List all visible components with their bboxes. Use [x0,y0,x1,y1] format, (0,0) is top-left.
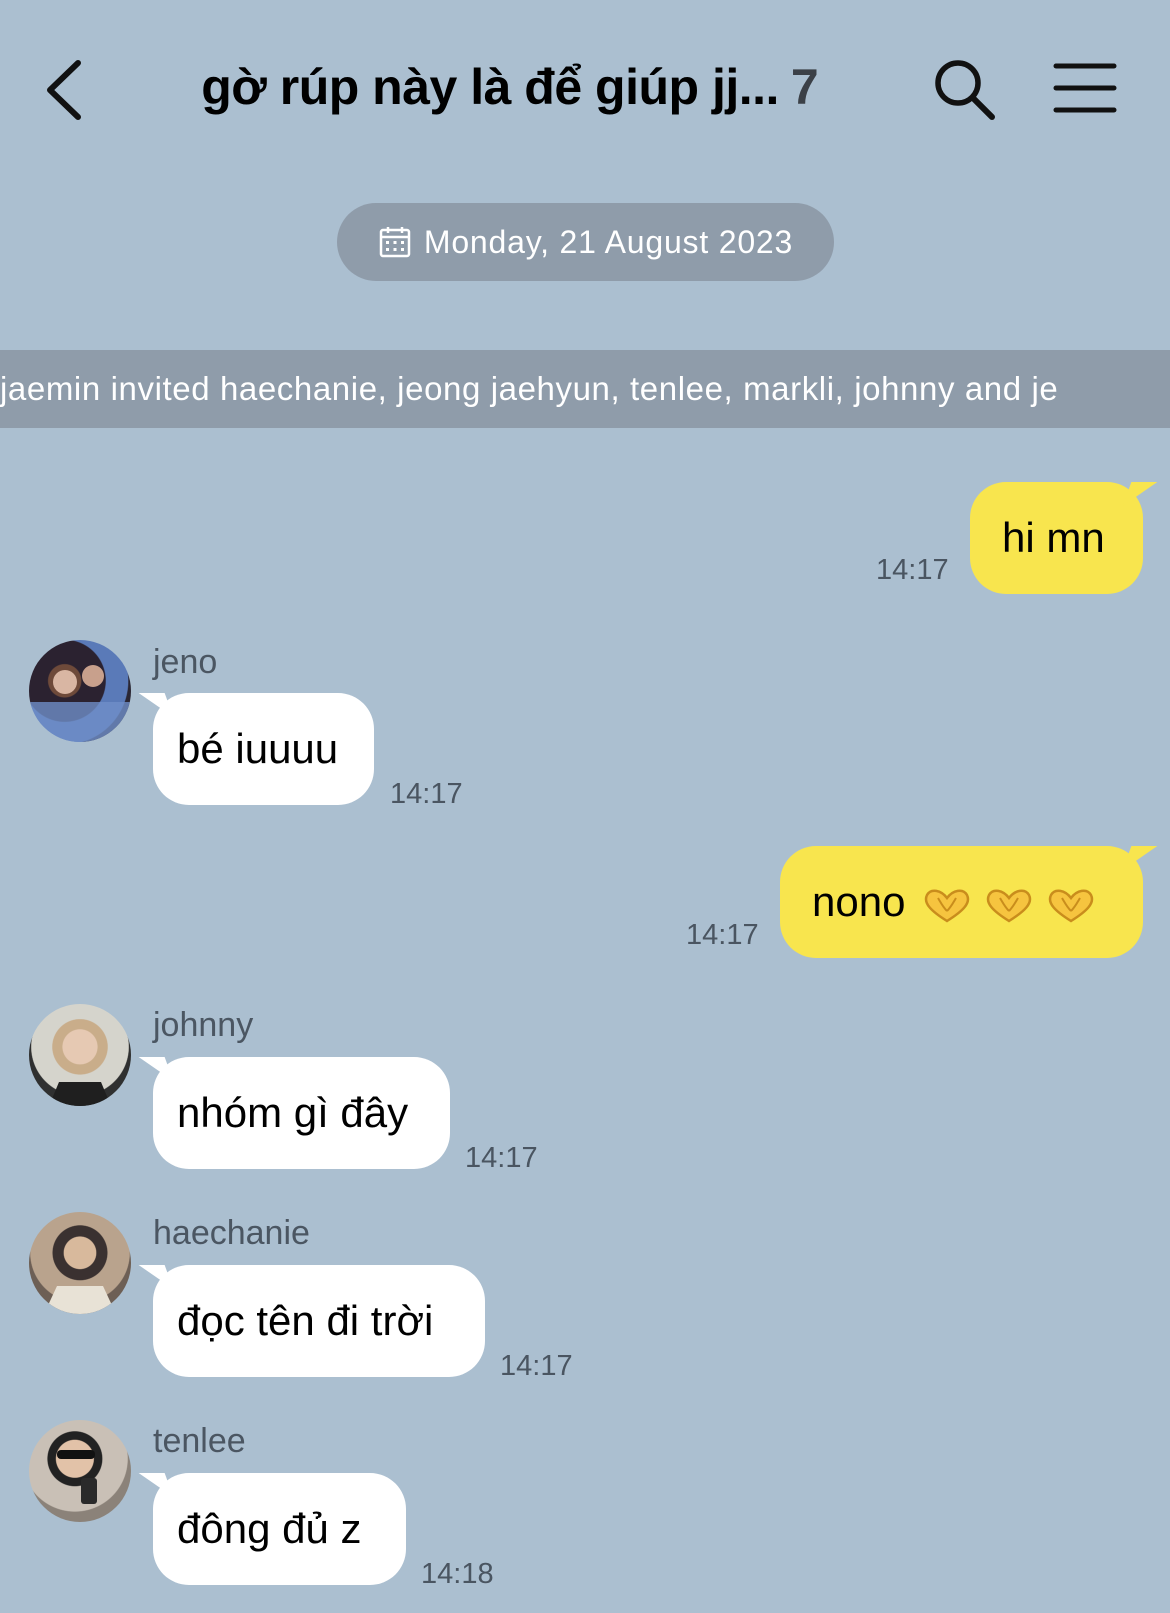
message-time: 14:17 [465,1142,538,1174]
profile-photo-icon [44,1286,116,1314]
message-text: hi mn [1002,514,1105,561]
chevron-left-icon [47,60,81,120]
message-time: 14:17 [500,1350,573,1382]
calendar-icon [379,227,411,258]
message-time: 14:17 [686,919,759,951]
chat-title-area[interactable]: gờ rúp này là để giúp jj... 7 [150,58,870,116]
profile-photo-icon [57,1450,97,1504]
member-count: 7 [790,59,819,115]
sender-name: jeno [153,643,218,681]
profile-photo-icon [49,1082,111,1106]
system-notice: jaemin invited haechanie, jeong jaehyun,… [0,350,1170,428]
incoming-message[interactable]: đọc tên đi trời [153,1265,485,1377]
chat-title: gờ rúp này là để giúp jj... [201,59,779,115]
avatar[interactable] [29,640,131,742]
system-notice-text: jaemin invited haechanie, jeong jaehyun,… [0,370,1059,407]
search-icon [935,60,995,120]
hamburger-menu-icon [1053,63,1117,113]
heart-hands-icon [925,889,970,923]
avatar[interactable] [29,1420,131,1522]
sender-name: tenlee [153,1422,246,1460]
incoming-message[interactable]: nhóm gì đây [153,1057,450,1169]
emoji-group [911,878,1097,926]
message-text: bé iuuuu [177,725,339,772]
incoming-message[interactable]: đông đủ z [153,1473,406,1585]
menu-button[interactable] [1050,58,1120,122]
message-text: nono [812,878,906,925]
message-text: nhóm gì đây [177,1089,409,1136]
sender-name: haechanie [153,1214,310,1252]
incoming-message[interactable]: bé iuuuu [153,693,374,805]
date-text: Monday, 21 August 2023 [423,223,794,260]
avatar[interactable] [29,1212,131,1314]
back-button[interactable] [40,55,100,125]
message-text: đông đủ z [177,1505,362,1552]
message-time: 14:17 [876,554,949,586]
heart-hands-icon [1049,889,1094,923]
message-time: 14:18 [421,1558,494,1590]
message-text: đọc tên đi trời [177,1297,434,1344]
sender-name: johnny [153,1006,254,1044]
avatar[interactable] [29,1004,131,1106]
outgoing-message[interactable]: nono [780,846,1143,958]
chat-header: gờ rúp này là để giúp jj... 7 [0,0,1170,180]
search-button[interactable] [930,55,1000,125]
message-time: 14:17 [390,778,463,810]
outgoing-message[interactable]: hi mn [970,482,1143,594]
date-divider: Monday, 21 August 2023 [337,203,834,281]
heart-hands-icon [987,889,1032,923]
profile-photo-icon [29,665,131,742]
